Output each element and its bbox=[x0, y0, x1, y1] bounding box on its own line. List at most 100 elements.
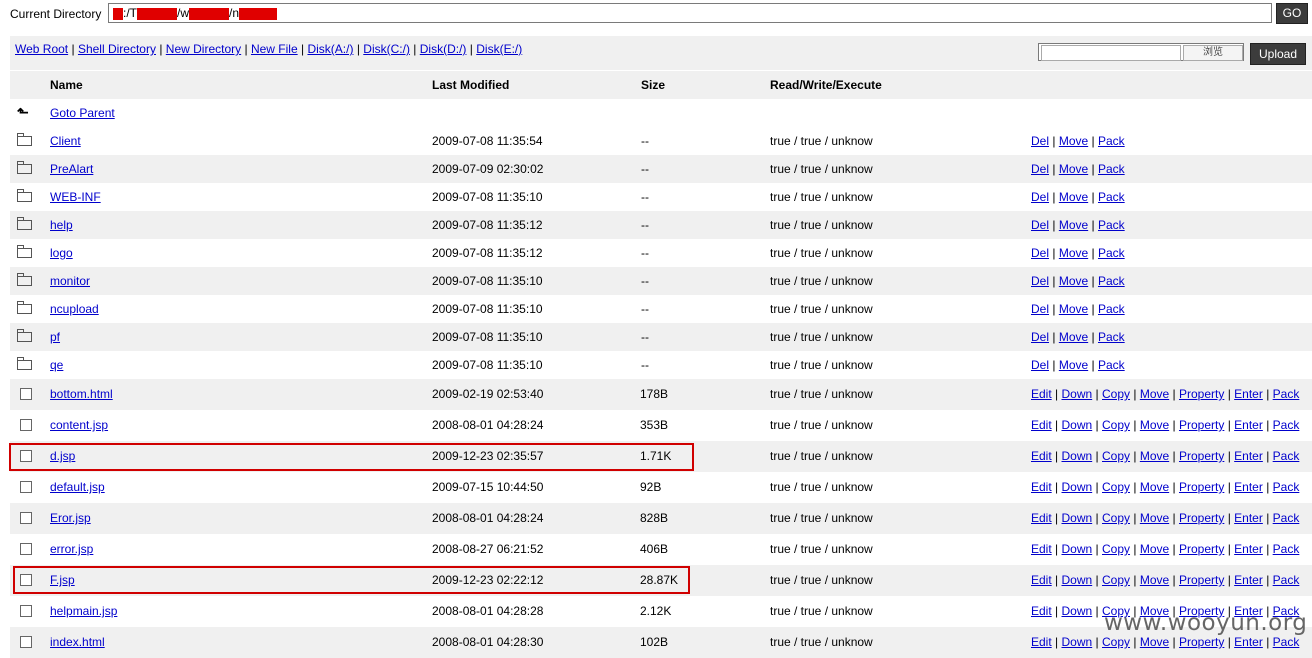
disk-c-link[interactable]: Disk(C:/) bbox=[363, 42, 410, 56]
copy-link[interactable]: Copy bbox=[1102, 449, 1130, 463]
goto-parent-link[interactable]: Goto Parent bbox=[50, 106, 115, 120]
move-link[interactable]: Move bbox=[1059, 302, 1088, 316]
pack-link[interactable]: Pack bbox=[1098, 358, 1125, 372]
directory-name-link[interactable]: ncupload bbox=[50, 302, 99, 316]
edit-link[interactable]: Edit bbox=[1031, 635, 1052, 649]
move-link[interactable]: Move bbox=[1059, 358, 1088, 372]
edit-link[interactable]: Edit bbox=[1031, 573, 1052, 587]
pack-link[interactable]: Pack bbox=[1098, 330, 1125, 344]
down-link[interactable]: Down bbox=[1062, 511, 1093, 525]
file-name-link[interactable]: Eror.jsp bbox=[50, 511, 91, 525]
copy-link[interactable]: Copy bbox=[1102, 542, 1130, 556]
del-link[interactable]: Del bbox=[1031, 330, 1049, 344]
directory-name-link[interactable]: monitor bbox=[50, 274, 90, 288]
pack-link[interactable]: Pack bbox=[1098, 134, 1125, 148]
pack-link[interactable]: Pack bbox=[1273, 480, 1300, 494]
move-link[interactable]: Move bbox=[1140, 635, 1169, 649]
file-name-link[interactable]: helpmain.jsp bbox=[50, 604, 117, 618]
pack-link[interactable]: Pack bbox=[1273, 387, 1300, 401]
move-link[interactable]: Move bbox=[1059, 190, 1088, 204]
property-link[interactable]: Property bbox=[1179, 511, 1224, 525]
move-link[interactable]: Move bbox=[1140, 387, 1169, 401]
file-name-link[interactable]: bottom.html bbox=[50, 387, 113, 401]
enter-link[interactable]: Enter bbox=[1234, 573, 1263, 587]
directory-name-link[interactable]: pf bbox=[50, 330, 60, 344]
shell-directory-link[interactable]: Shell Directory bbox=[78, 42, 156, 56]
file-name-link[interactable]: index.html bbox=[50, 635, 105, 649]
pack-link[interactable]: Pack bbox=[1098, 302, 1125, 316]
down-link[interactable]: Down bbox=[1062, 542, 1093, 556]
pack-link[interactable]: Pack bbox=[1098, 162, 1125, 176]
pack-link[interactable]: Pack bbox=[1273, 418, 1300, 432]
pack-link[interactable]: Pack bbox=[1273, 573, 1300, 587]
property-link[interactable]: Property bbox=[1179, 418, 1224, 432]
edit-link[interactable]: Edit bbox=[1031, 387, 1052, 401]
edit-link[interactable]: Edit bbox=[1031, 449, 1052, 463]
pack-link[interactable]: Pack bbox=[1273, 449, 1300, 463]
del-link[interactable]: Del bbox=[1031, 162, 1049, 176]
move-link[interactable]: Move bbox=[1140, 418, 1169, 432]
upload-file-path-field[interactable] bbox=[1041, 45, 1181, 61]
move-link[interactable]: Move bbox=[1059, 274, 1088, 288]
pack-link[interactable]: Pack bbox=[1098, 218, 1125, 232]
move-link[interactable]: Move bbox=[1059, 218, 1088, 232]
file-name-link[interactable]: error.jsp bbox=[50, 542, 93, 556]
down-link[interactable]: Down bbox=[1062, 449, 1093, 463]
move-link[interactable]: Move bbox=[1059, 134, 1088, 148]
enter-link[interactable]: Enter bbox=[1234, 387, 1263, 401]
edit-link[interactable]: Edit bbox=[1031, 604, 1052, 618]
pack-link[interactable]: Pack bbox=[1098, 190, 1125, 204]
del-link[interactable]: Del bbox=[1031, 218, 1049, 232]
down-link[interactable]: Down bbox=[1062, 573, 1093, 587]
file-checkbox[interactable] bbox=[20, 605, 32, 617]
file-checkbox[interactable] bbox=[20, 481, 32, 493]
new-file-link[interactable]: New File bbox=[251, 42, 298, 56]
property-link[interactable]: Property bbox=[1179, 387, 1224, 401]
enter-link[interactable]: Enter bbox=[1234, 635, 1263, 649]
directory-name-link[interactable]: qe bbox=[50, 358, 63, 372]
move-link[interactable]: Move bbox=[1140, 511, 1169, 525]
copy-link[interactable]: Copy bbox=[1102, 573, 1130, 587]
move-link[interactable]: Move bbox=[1059, 162, 1088, 176]
del-link[interactable]: Del bbox=[1031, 190, 1049, 204]
disk-e-link[interactable]: Disk(E:/) bbox=[476, 42, 522, 56]
copy-link[interactable]: Copy bbox=[1102, 635, 1130, 649]
pack-link[interactable]: Pack bbox=[1098, 246, 1125, 260]
upload-file-input[interactable]: 浏览 bbox=[1038, 43, 1244, 61]
new-directory-link[interactable]: New Directory bbox=[166, 42, 241, 56]
enter-link[interactable]: Enter bbox=[1234, 449, 1263, 463]
directory-name-link[interactable]: PreAlart bbox=[50, 162, 93, 176]
down-link[interactable]: Down bbox=[1062, 418, 1093, 432]
directory-name-link[interactable]: Client bbox=[50, 134, 81, 148]
browse-button[interactable]: 浏览 bbox=[1183, 45, 1243, 61]
del-link[interactable]: Del bbox=[1031, 358, 1049, 372]
copy-link[interactable]: Copy bbox=[1102, 480, 1130, 494]
copy-link[interactable]: Copy bbox=[1102, 511, 1130, 525]
move-link[interactable]: Move bbox=[1140, 449, 1169, 463]
down-link[interactable]: Down bbox=[1062, 635, 1093, 649]
edit-link[interactable]: Edit bbox=[1031, 480, 1052, 494]
property-link[interactable]: Property bbox=[1179, 635, 1224, 649]
file-name-link[interactable]: default.jsp bbox=[50, 480, 105, 494]
del-link[interactable]: Del bbox=[1031, 274, 1049, 288]
pack-link[interactable]: Pack bbox=[1098, 274, 1125, 288]
upload-button[interactable]: Upload bbox=[1250, 43, 1306, 65]
file-name-link[interactable]: content.jsp bbox=[50, 418, 108, 432]
property-link[interactable]: Property bbox=[1179, 449, 1224, 463]
del-link[interactable]: Del bbox=[1031, 134, 1049, 148]
edit-link[interactable]: Edit bbox=[1031, 511, 1052, 525]
disk-d-link[interactable]: Disk(D:/) bbox=[420, 42, 467, 56]
file-checkbox[interactable] bbox=[20, 388, 32, 400]
file-checkbox[interactable] bbox=[20, 636, 32, 648]
move-link[interactable]: Move bbox=[1140, 480, 1169, 494]
file-checkbox[interactable] bbox=[20, 543, 32, 555]
copy-link[interactable]: Copy bbox=[1102, 418, 1130, 432]
property-link[interactable]: Property bbox=[1179, 573, 1224, 587]
directory-name-link[interactable]: help bbox=[50, 218, 73, 232]
enter-link[interactable]: Enter bbox=[1234, 418, 1263, 432]
pack-link[interactable]: Pack bbox=[1273, 635, 1300, 649]
move-link[interactable]: Move bbox=[1059, 330, 1088, 344]
file-checkbox[interactable] bbox=[20, 512, 32, 524]
down-link[interactable]: Down bbox=[1062, 604, 1093, 618]
property-link[interactable]: Property bbox=[1179, 480, 1224, 494]
